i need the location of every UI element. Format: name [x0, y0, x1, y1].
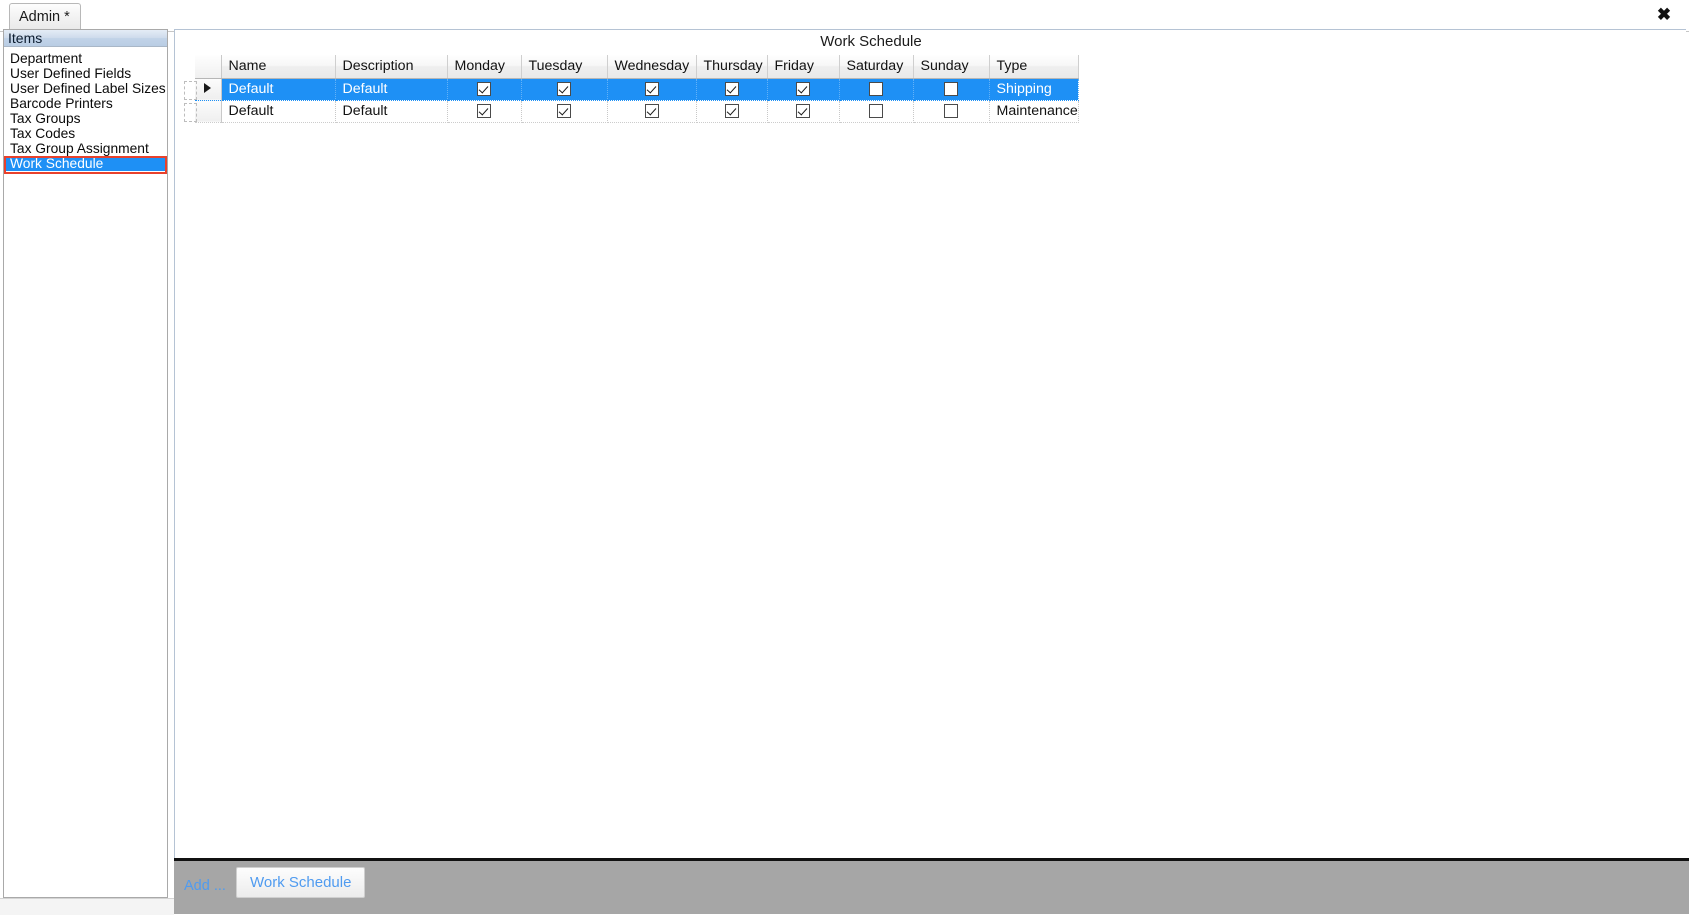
work-schedule-button-label: Work Schedule [250, 874, 352, 891]
checkbox-sunday[interactable] [944, 82, 958, 97]
page-title: Work Schedule [820, 33, 922, 50]
cell-friday[interactable] [767, 100, 840, 123]
cell-thursday[interactable] [696, 78, 768, 101]
sidebar-item-user-defined-fields[interactable]: User Defined Fields [4, 66, 167, 81]
cell-sunday[interactable] [913, 100, 990, 123]
checkbox-sunday[interactable] [944, 104, 958, 119]
items-header: Items [4, 30, 167, 47]
items-header-label: Items [8, 30, 43, 46]
column-header-monday[interactable]: Monday [447, 55, 522, 79]
checkbox-monday[interactable] [477, 82, 491, 97]
cell-wednesday[interactable] [607, 78, 697, 101]
cell-tuesday[interactable] [521, 78, 608, 101]
table-row[interactable]: Default Default Shipping [195, 78, 1079, 101]
cell-description[interactable]: Default [335, 78, 448, 101]
checkbox-tuesday[interactable] [557, 104, 571, 119]
sidebar-item-label: Tax Group Assignment [10, 141, 149, 156]
checkbox-wednesday[interactable] [644, 104, 659, 119]
work-schedule-grid: Name Description Monday Tuesday Wednesda… [184, 55, 1079, 123]
sidebar-item-label: Department [10, 51, 83, 66]
cell-saturday[interactable] [839, 78, 914, 101]
column-header-saturday[interactable]: Saturday [839, 55, 914, 79]
checkbox-thursday[interactable] [724, 104, 739, 119]
sidebar-item-department[interactable]: Department [4, 51, 167, 66]
row-selector-cell[interactable] [195, 78, 222, 101]
row-focus-indicator [184, 103, 197, 122]
grid-header-row: Name Description Monday Tuesday Wednesda… [195, 55, 1079, 79]
row-focus-indicator [184, 81, 197, 100]
checkbox-saturday[interactable] [869, 82, 883, 97]
column-header-friday[interactable]: Friday [767, 55, 840, 79]
tab-admin-label: Admin * [19, 8, 70, 25]
sidebar-item-label: Work Schedule [10, 156, 104, 171]
cell-name[interactable]: Default [221, 100, 336, 123]
sidebar-footer-strip [0, 898, 174, 915]
items-list: Department User Defined Fields User Defi… [4, 47, 167, 171]
sidebar-item-label: Tax Groups [10, 111, 81, 126]
sidebar-item-user-defined-label-sizes[interactable]: User Defined Label Sizes [4, 81, 167, 96]
items-sidebar: Items Department User Defined Fields Use… [3, 29, 168, 898]
sidebar-item-label: User Defined Fields [10, 66, 132, 81]
cell-description[interactable]: Default [335, 100, 448, 123]
checkbox-friday[interactable] [796, 82, 810, 97]
sidebar-item-label: Barcode Printers [10, 96, 113, 111]
cell-wednesday[interactable] [607, 100, 697, 123]
cell-friday[interactable] [767, 78, 840, 101]
checkbox-friday[interactable] [796, 104, 810, 119]
column-header-name[interactable]: Name [221, 55, 336, 79]
data-grid: Name Description Monday Tuesday Wednesda… [195, 55, 1079, 123]
tab-admin[interactable]: Admin * [9, 3, 81, 29]
cell-tuesday[interactable] [521, 100, 608, 123]
bottom-toolbar: Add ... Work Schedule [174, 858, 1689, 914]
cell-sunday[interactable] [913, 78, 990, 101]
checkbox-saturday[interactable] [869, 104, 883, 119]
grid-row-selector-header [195, 55, 222, 79]
sidebar-item-tax-groups[interactable]: Tax Groups [4, 111, 167, 126]
cell-thursday[interactable] [696, 100, 768, 123]
cell-saturday[interactable] [839, 100, 914, 123]
column-header-type[interactable]: Type [989, 55, 1079, 79]
add-link[interactable]: Add ... [184, 878, 226, 894]
close-icon[interactable]: ✖ [1651, 2, 1677, 28]
column-header-tuesday[interactable]: Tuesday [521, 55, 608, 79]
cell-name[interactable]: Default [221, 78, 336, 101]
sidebar-item-label: Tax Codes [10, 126, 76, 141]
column-header-sunday[interactable]: Sunday [913, 55, 990, 79]
column-header-description[interactable]: Description [335, 55, 448, 79]
work-schedule-button[interactable]: Work Schedule [236, 867, 366, 898]
column-header-wednesday[interactable]: Wednesday [607, 55, 697, 79]
current-row-arrow-icon [204, 83, 212, 93]
row-selector-cell[interactable] [195, 100, 222, 123]
checkbox-monday[interactable] [477, 104, 491, 119]
sidebar-item-barcode-printers[interactable]: Barcode Printers [4, 96, 167, 111]
checkbox-thursday[interactable] [724, 82, 739, 97]
cell-monday[interactable] [447, 78, 522, 101]
sidebar-item-label: User Defined Label Sizes [10, 81, 166, 96]
work-schedule-panel: Work Schedule Name Description Monday Tu… [174, 29, 1686, 884]
cell-type[interactable]: Shipping [989, 78, 1079, 101]
table-row[interactable]: Default Default Maintenance [195, 100, 1079, 123]
sidebar-item-tax-codes[interactable]: Tax Codes [4, 126, 167, 141]
tab-strip: Admin * ✖ [0, 0, 1689, 32]
sidebar-item-tax-group-assignment[interactable]: Tax Group Assignment [4, 141, 167, 156]
checkbox-wednesday[interactable] [644, 82, 659, 97]
column-header-thursday[interactable]: Thursday [696, 55, 768, 79]
sidebar-item-work-schedule[interactable]: Work Schedule [4, 156, 167, 171]
cell-monday[interactable] [447, 100, 522, 123]
cell-type[interactable]: Maintenance [989, 100, 1079, 123]
checkbox-tuesday[interactable] [557, 82, 571, 97]
